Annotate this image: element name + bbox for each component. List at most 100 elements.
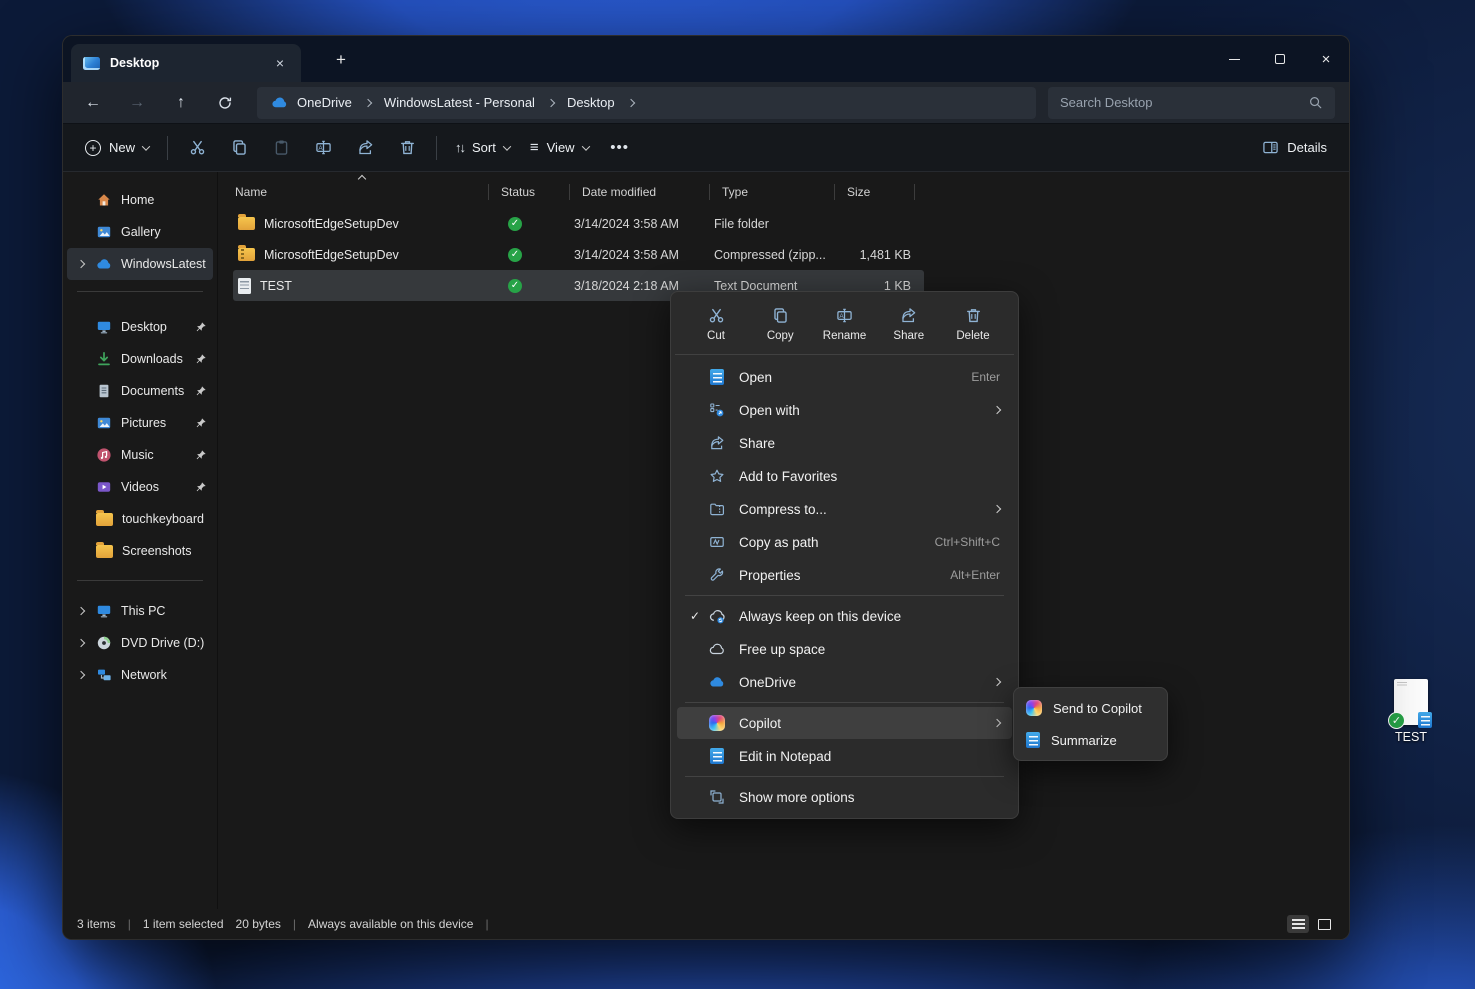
back-button[interactable]: ← (71, 87, 115, 119)
details-view-button[interactable] (1287, 915, 1309, 933)
view-button[interactable]: ≡ View (520, 130, 599, 166)
more-options-button[interactable]: ••• (599, 130, 641, 166)
column-header-type[interactable]: Type (710, 185, 834, 199)
sidebar-item-documents[interactable]: Documents (67, 375, 213, 407)
column-header-name[interactable]: Name (223, 185, 488, 199)
share-menu-button[interactable]: Share (882, 302, 936, 346)
chevron-right-icon[interactable] (77, 607, 85, 615)
pin-icon (195, 321, 207, 333)
delete-button[interactable] (386, 130, 428, 166)
cloud-sync-icon (709, 608, 726, 625)
new-tab-button[interactable]: + (329, 48, 353, 72)
search-input[interactable] (1060, 95, 1308, 110)
menu-item-edit-in-notepad[interactable]: Edit in Notepad (677, 740, 1012, 772)
sidebar-item-this-pc[interactable]: This PC (67, 595, 213, 627)
menu-item-compress-to[interactable]: Compress to... (677, 493, 1012, 525)
sort-button[interactable]: ↑↓ Sort (445, 130, 520, 166)
menu-item-always-keep-on-device[interactable]: ✓ Always keep on this device (677, 600, 1012, 632)
share-button[interactable] (344, 130, 386, 166)
sidebar-item-dvd-drive[interactable]: DVD Drive (D:) CCC (67, 627, 213, 659)
sidebar-item-videos[interactable]: Videos (67, 471, 213, 503)
search-box[interactable] (1048, 87, 1335, 119)
sidebar-item-screenshots[interactable]: Screenshots (67, 535, 213, 567)
desktop-file-label: TEST (1388, 730, 1434, 744)
paste-button[interactable] (260, 130, 302, 166)
folder-icon (96, 545, 113, 558)
desktop-file-test[interactable]: ✓ TEST (1388, 679, 1434, 744)
menu-item-open[interactable]: Open Enter (677, 361, 1012, 393)
cut-menu-button[interactable]: Cut (689, 302, 743, 346)
delete-menu-button[interactable]: Delete (946, 302, 1000, 346)
up-button[interactable]: ↑ (159, 87, 203, 119)
column-header-size[interactable]: Size (835, 185, 914, 199)
menu-item-free-up-space[interactable]: Free up space (677, 633, 1012, 665)
menu-item-show-more-options[interactable]: Show more options (677, 781, 1012, 813)
folder-icon (238, 217, 255, 230)
sidebar-item-network[interactable]: Network (67, 659, 213, 691)
refresh-button[interactable] (203, 87, 247, 119)
copy-menu-button[interactable]: Copy (753, 302, 807, 346)
details-panel-icon (1262, 139, 1279, 156)
breadcrumb-item-desktop[interactable]: Desktop (567, 95, 615, 110)
cloud-outline-icon (709, 641, 725, 657)
menu-separator (685, 595, 1004, 596)
search-icon[interactable] (1308, 95, 1323, 110)
sidebar-item-pictures[interactable]: Pictures (67, 407, 213, 439)
sidebar-item-gallery[interactable]: Gallery (67, 216, 213, 248)
videos-icon (96, 479, 112, 495)
large-icons-view-button[interactable] (1313, 915, 1335, 933)
notepad-icon (710, 369, 724, 385)
menu-item-properties[interactable]: Properties Alt+Enter (677, 559, 1012, 591)
chevron-right-icon[interactable] (77, 639, 85, 647)
chevron-right-icon[interactable] (77, 671, 85, 679)
statusbar-divider: | (293, 917, 296, 931)
table-row[interactable]: MicrosoftEdgeSetupDev ✓ 3/14/2024 3:58 A… (233, 208, 924, 239)
breadcrumb[interactable]: OneDrive WindowsLatest - Personal Deskto… (257, 87, 1036, 119)
new-button[interactable]: + New (75, 130, 159, 166)
tab-desktop[interactable]: Desktop × (71, 44, 301, 82)
menu-item-open-with[interactable]: Open with (677, 394, 1012, 426)
chevron-right-icon[interactable] (77, 260, 85, 268)
maximize-button[interactable] (1257, 36, 1303, 82)
column-resize-handle[interactable] (914, 184, 915, 200)
menu-item-share[interactable]: Share (677, 427, 1012, 459)
breadcrumb-item-onedrive[interactable]: OneDrive (297, 95, 352, 110)
breadcrumb-chevron-icon[interactable] (547, 98, 555, 106)
delete-icon (965, 306, 982, 324)
menu-item-onedrive[interactable]: OneDrive (677, 666, 1012, 698)
folder-icon (96, 513, 113, 526)
close-button[interactable]: × (1303, 36, 1349, 82)
submenu-item-summarize[interactable]: Summarize (1018, 724, 1163, 756)
summarize-document-icon (1026, 732, 1040, 748)
menu-item-copilot[interactable]: Copilot (677, 707, 1012, 739)
menu-item-add-to-favorites[interactable]: Add to Favorites (677, 460, 1012, 492)
column-header-status[interactable]: Status (489, 185, 569, 199)
table-row[interactable]: MicrosoftEdgeSetupDev ✓ 3/14/2024 3:58 A… (233, 239, 924, 270)
column-header-date[interactable]: Date modified (570, 185, 709, 199)
minimize-button[interactable] (1211, 36, 1257, 82)
copy-button[interactable] (218, 130, 260, 166)
gallery-icon (96, 224, 112, 240)
sidebar-item-touchkeyboard[interactable]: touchkeyboard (67, 503, 213, 535)
sidebar-item-home[interactable]: Home (67, 184, 213, 216)
cut-button[interactable] (176, 130, 218, 166)
breadcrumb-item-account[interactable]: WindowsLatest - Personal (384, 95, 535, 110)
navigation-pane: Home Gallery WindowsLatest - Pe Desktop (63, 172, 218, 909)
menu-item-copy-as-path[interactable]: Copy as path Ctrl+Shift+C (677, 526, 1012, 558)
sidebar-item-desktop[interactable]: Desktop (67, 311, 213, 343)
rename-button[interactable] (302, 130, 344, 166)
sidebar-item-onedrive[interactable]: WindowsLatest - Pe (67, 248, 213, 280)
breadcrumb-chevron-icon[interactable] (626, 98, 634, 106)
tab-close-icon[interactable]: × (269, 52, 291, 74)
submenu-item-send-to-copilot[interactable]: Send to Copilot (1018, 692, 1163, 724)
breadcrumb-chevron-icon[interactable] (364, 98, 372, 106)
details-pane-button[interactable]: Details (1252, 130, 1337, 166)
sidebar-divider (77, 580, 203, 581)
share-icon (900, 306, 917, 324)
forward-button[interactable]: → (115, 87, 159, 119)
sidebar-item-music[interactable]: Music (67, 439, 213, 471)
window-controls: × (1211, 36, 1349, 82)
rename-menu-button[interactable]: Rename (818, 302, 872, 346)
sidebar-item-downloads[interactable]: Downloads (67, 343, 213, 375)
zip-folder-icon (238, 248, 255, 261)
